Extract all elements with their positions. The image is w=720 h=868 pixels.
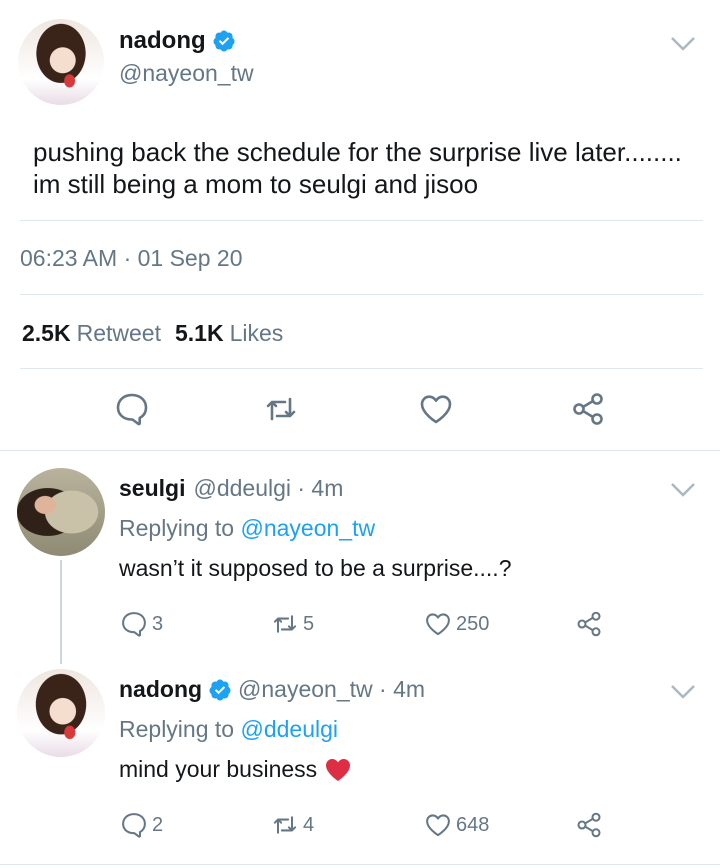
- tweet-detail-page: nadong @nayeon_tw pushing back the sched…: [0, 0, 720, 868]
- mention-link[interactable]: @nayeon_tw: [240, 515, 375, 541]
- like-action[interactable]: 250: [424, 610, 489, 638]
- author-name[interactable]: nadong: [119, 27, 236, 55]
- retweet-icon: [273, 615, 297, 633]
- divider: [0, 864, 720, 865]
- chevron-down-icon[interactable]: [670, 684, 696, 700]
- divider: [20, 294, 703, 295]
- reply-text-content: wasn’t it supposed to be a surprise....?: [119, 555, 512, 581]
- retweet-action[interactable]: 5: [271, 610, 314, 638]
- divider: [20, 220, 703, 221]
- retweet-icon[interactable]: [263, 391, 299, 427]
- red-heart-emoji-icon: [326, 758, 351, 781]
- like-label[interactable]: Likes: [230, 320, 284, 347]
- share-icon[interactable]: [570, 391, 606, 427]
- share-action[interactable]: [575, 811, 607, 839]
- like-icon[interactable]: [418, 391, 454, 427]
- reply-header: seulgi @ddeulgi · 4m: [119, 475, 343, 502]
- reply-text: wasn’t it supposed to be a surprise....?: [119, 555, 512, 582]
- reply-icon[interactable]: [114, 391, 150, 427]
- reply-header: nadong @nayeon_tw · 4m: [119, 676, 425, 703]
- tweet-timestamp: 06:23 AM · 01 Sep 20: [20, 245, 243, 271]
- author-handle[interactable]: @nayeon_tw: [119, 60, 254, 87]
- retweet-action[interactable]: 4: [271, 811, 314, 839]
- divider: [0, 450, 720, 451]
- retweet-count: 5: [303, 612, 315, 635]
- avatar[interactable]: [17, 468, 105, 556]
- verified-badge-icon: [213, 30, 235, 52]
- like-count: 648: [456, 813, 490, 836]
- avatar[interactable]: [17, 669, 105, 757]
- tweet-text: pushing back the schedule for the surpri…: [33, 137, 682, 199]
- tweet-stats: 2.5K Retweet 5.1K Likes: [22, 320, 283, 347]
- retweet-count: 4: [303, 813, 315, 836]
- divider: [20, 368, 703, 369]
- replying-to: Replying to @nayeon_tw: [119, 515, 375, 542]
- like-icon: [426, 814, 450, 837]
- replying-to: Replying to @ddeulgi: [119, 716, 338, 743]
- avatar[interactable]: [18, 19, 104, 105]
- reply-text: mind your business: [119, 756, 351, 783]
- reply-icon: [122, 813, 146, 838]
- reply-handle-time[interactable]: @ddeulgi · 4m: [193, 475, 343, 502]
- retweet-count[interactable]: 2.5K: [22, 320, 71, 347]
- retweet-icon: [273, 816, 297, 834]
- thread-line: [60, 560, 62, 664]
- reply-author-name[interactable]: nadong: [119, 676, 202, 703]
- reply-icon: [122, 612, 146, 637]
- like-icon: [426, 613, 450, 636]
- replying-prefix: Replying to: [119, 515, 235, 541]
- reply-handle-time[interactable]: @nayeon_tw · 4m: [238, 676, 425, 703]
- reply-count: 2: [152, 813, 164, 836]
- like-count[interactable]: 5.1K: [175, 320, 224, 347]
- verified-badge-icon: [209, 679, 231, 700]
- retweet-label[interactable]: Retweet: [77, 320, 161, 347]
- share-icon: [577, 812, 601, 838]
- reply-count: 3: [152, 612, 164, 635]
- like-action[interactable]: 648: [424, 811, 489, 839]
- reply-action[interactable]: 2: [120, 811, 163, 839]
- reply-action[interactable]: 3: [120, 610, 163, 638]
- like-count: 250: [456, 612, 490, 635]
- reply-author-name[interactable]: seulgi: [119, 475, 185, 502]
- share-icon: [577, 611, 601, 637]
- share-action[interactable]: [575, 610, 607, 638]
- reply-text-content: mind your business: [119, 756, 318, 782]
- replying-prefix: Replying to: [119, 716, 235, 742]
- chevron-down-icon[interactable]: [670, 36, 696, 52]
- chevron-down-icon[interactable]: [670, 482, 696, 498]
- author-name-text: nadong: [119, 27, 206, 54]
- mention-link[interactable]: @ddeulgi: [240, 716, 338, 742]
